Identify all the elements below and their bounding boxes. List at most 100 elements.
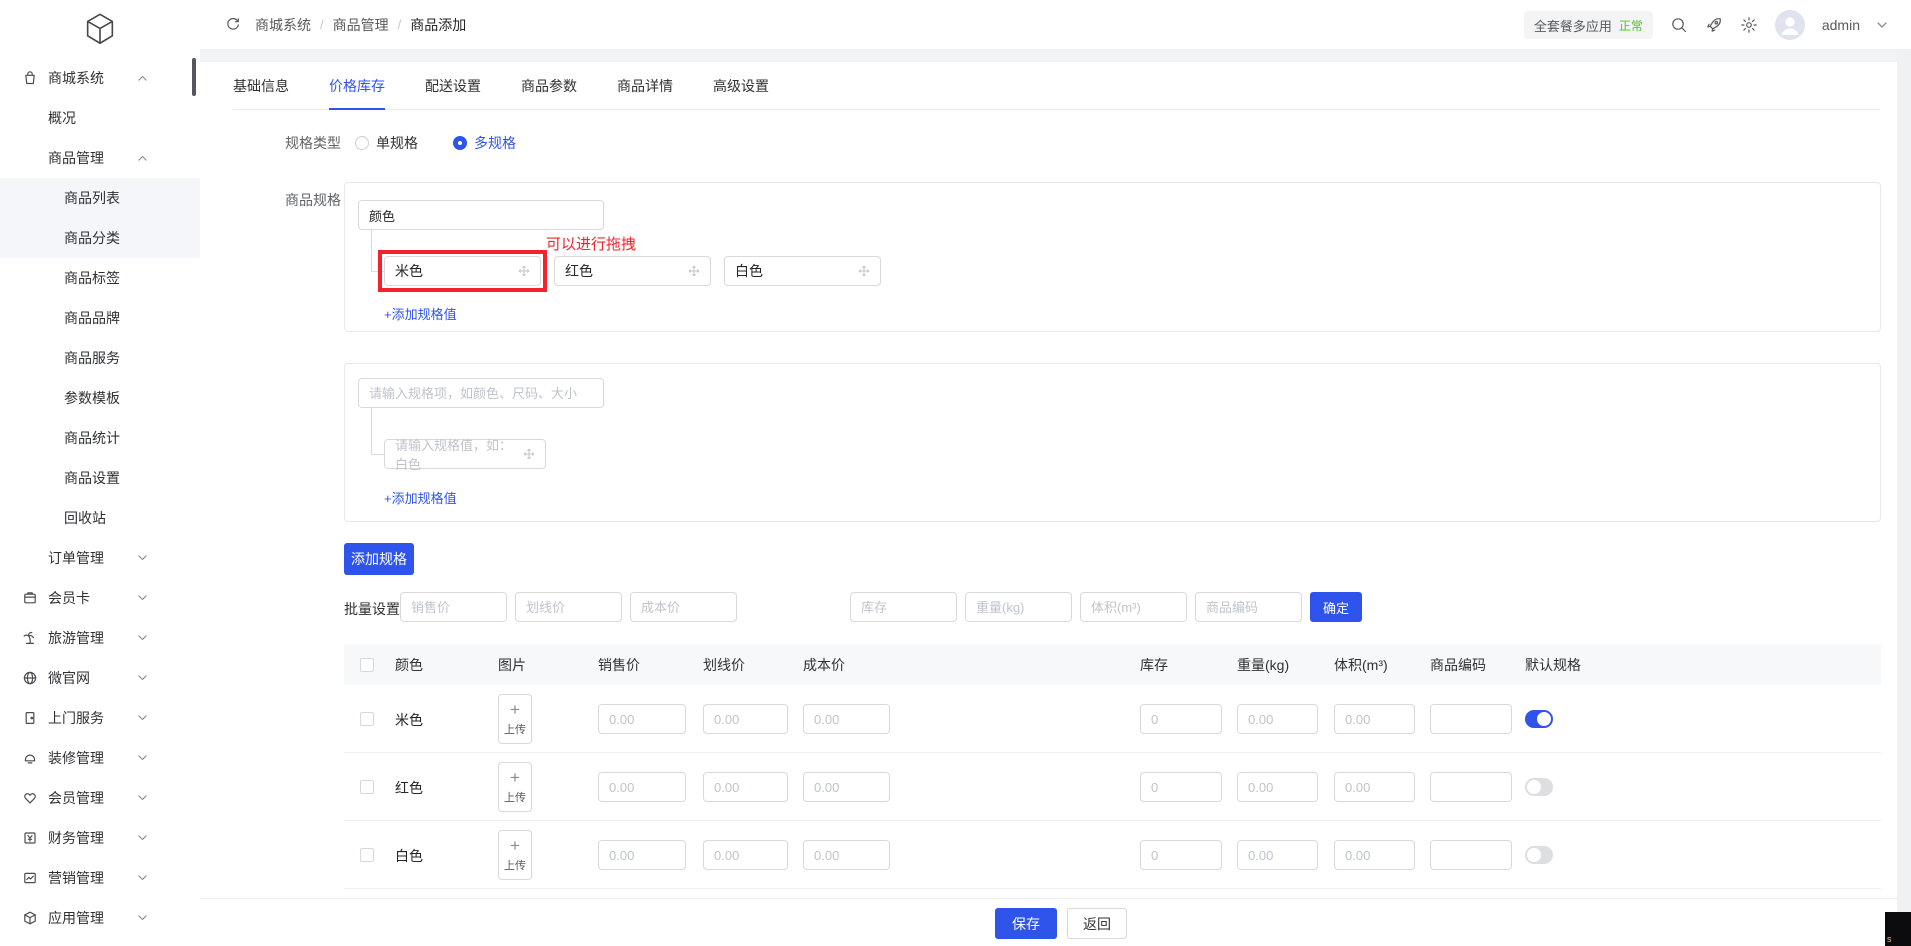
- cell-input-成本价[interactable]: [803, 704, 890, 734]
- breadcrumb-item[interactable]: 商城系统: [255, 15, 311, 35]
- tab-商品详情[interactable]: 商品详情: [617, 75, 673, 110]
- row-checkbox[interactable]: [360, 712, 374, 726]
- cell-input-商品编码[interactable]: [1430, 704, 1512, 734]
- default-spec-toggle[interactable]: [1525, 778, 1553, 796]
- cell-input-体积(m³)[interactable]: [1334, 704, 1415, 734]
- drag-handle-icon[interactable]: [688, 265, 700, 277]
- tab-配送设置[interactable]: 配送设置: [425, 75, 481, 110]
- cell-input-商品编码[interactable]: [1430, 840, 1512, 870]
- upload-image-button[interactable]: +上传: [498, 830, 532, 880]
- sidebar-item-旅游管理[interactable]: 旅游管理: [0, 618, 200, 658]
- add-spec-value-link[interactable]: +添加规格值: [384, 304, 457, 323]
- cell-input-库存[interactable]: [1140, 772, 1222, 802]
- row-checkbox[interactable]: [360, 848, 374, 862]
- annotation-text: 可以进行拖拽: [546, 233, 636, 254]
- cell-input-销售价[interactable]: [598, 704, 686, 734]
- tab-价格库存[interactable]: 价格库存: [329, 75, 385, 110]
- sidebar-item-商城系统[interactable]: 商城系统: [0, 58, 200, 98]
- sidebar-item-商品分类[interactable]: 商品分类: [0, 218, 200, 258]
- batch-input-重量(kg)[interactable]: [965, 592, 1072, 622]
- cell-input-销售价[interactable]: [598, 840, 686, 870]
- sidebar-item-微官网[interactable]: 微官网: [0, 658, 200, 698]
- main-scrollbar-track[interactable]: [1897, 50, 1911, 946]
- avatar[interactable]: [1775, 10, 1805, 40]
- sidebar-item-商品服务[interactable]: 商品服务: [0, 338, 200, 378]
- batch-input-划线价[interactable]: [515, 592, 622, 622]
- batch-input-商品编码[interactable]: [1195, 592, 1302, 622]
- upload-image-button[interactable]: +上传: [498, 762, 532, 812]
- add-spec-value-link[interactable]: +添加规格值: [384, 488, 457, 507]
- cell-input-体积(m³)[interactable]: [1334, 772, 1415, 802]
- spec-name-input[interactable]: [358, 200, 604, 230]
- sidebar-item-商品标签[interactable]: 商品标签: [0, 258, 200, 298]
- sidebar-item-商品设置[interactable]: 商品设置: [0, 458, 200, 498]
- cell-input-划线价[interactable]: [703, 840, 788, 870]
- gear-icon[interactable]: [1740, 16, 1758, 34]
- radio-multi-spec[interactable]: 多规格: [453, 133, 516, 153]
- cell-input-体积(m³)[interactable]: [1334, 840, 1415, 870]
- sidebar-item-参数模板[interactable]: 参数模板: [0, 378, 200, 418]
- cell-input-库存[interactable]: [1140, 840, 1222, 870]
- cell-input-商品编码[interactable]: [1430, 772, 1512, 802]
- sidebar-item-订单管理[interactable]: 订单管理: [0, 538, 200, 578]
- save-button[interactable]: 保存: [995, 908, 1057, 939]
- sidebar-scrollbar-thumb[interactable]: [192, 58, 196, 96]
- sidebar-item-商品品牌[interactable]: 商品品牌: [0, 298, 200, 338]
- spec-value-chip[interactable]: 白色: [724, 256, 881, 286]
- search-icon[interactable]: [1670, 16, 1688, 34]
- spec-value-chip[interactable]: 米色: [384, 256, 541, 286]
- sidebar-item-应用管理[interactable]: 应用管理: [0, 898, 200, 938]
- spec-value-chip[interactable]: 红色: [554, 256, 711, 286]
- cell-input-库存[interactable]: [1140, 704, 1222, 734]
- cell-input-划线价[interactable]: [703, 704, 788, 734]
- tab-高级设置[interactable]: 高级设置: [713, 75, 769, 110]
- back-button[interactable]: 返回: [1067, 908, 1127, 939]
- cell-input-重量(kg)[interactable]: [1237, 704, 1318, 734]
- sidebar-item-回收站[interactable]: 回收站: [0, 498, 200, 538]
- cell-input-销售价[interactable]: [598, 772, 686, 802]
- sidebar-item-装修管理[interactable]: 装修管理: [0, 738, 200, 778]
- tab-商品参数[interactable]: 商品参数: [521, 75, 577, 110]
- drag-handle-icon[interactable]: [858, 265, 870, 277]
- drag-handle-icon[interactable]: [523, 448, 535, 460]
- cell-input-划线价[interactable]: [703, 772, 788, 802]
- default-spec-toggle[interactable]: [1525, 846, 1553, 864]
- sidebar-item-会员卡[interactable]: 会员卡: [0, 578, 200, 618]
- breadcrumb-item[interactable]: 商品管理: [333, 15, 389, 35]
- sidebar-item-概况[interactable]: 概况: [0, 98, 200, 138]
- batch-input-销售价[interactable]: [400, 592, 507, 622]
- batch-input-库存[interactable]: [850, 592, 957, 622]
- spec-name-input[interactable]: [358, 378, 604, 408]
- cell-input-重量(kg)[interactable]: [1237, 772, 1318, 802]
- radio-label: 单规格: [376, 133, 418, 153]
- cell-input-成本价[interactable]: [803, 840, 890, 870]
- sidebar-item-商品列表[interactable]: 商品列表: [0, 178, 200, 218]
- tab-基础信息[interactable]: 基础信息: [233, 75, 289, 110]
- row-checkbox[interactable]: [360, 780, 374, 794]
- rocket-icon[interactable]: [1705, 16, 1723, 34]
- batch-input-体积(m³)[interactable]: [1080, 592, 1187, 622]
- select-all-checkbox[interactable]: [360, 658, 374, 672]
- cell-input-成本价[interactable]: [803, 772, 890, 802]
- batch-confirm-button[interactable]: 确定: [1310, 592, 1362, 622]
- drag-handle-icon[interactable]: [518, 265, 530, 277]
- spec-value-input[interactable]: 请输入规格值，如：白色: [384, 439, 546, 469]
- sidebar-item-会员管理[interactable]: 会员管理: [0, 778, 200, 818]
- cell-input-重量(kg)[interactable]: [1237, 840, 1318, 870]
- add-spec-button[interactable]: 添加规格: [344, 543, 414, 575]
- sidebar-item-商品管理[interactable]: 商品管理: [0, 138, 200, 178]
- default-spec-toggle[interactable]: [1525, 710, 1553, 728]
- app-logo-cube-icon[interactable]: [0, 6, 200, 52]
- radio-single-spec[interactable]: 单规格: [355, 133, 418, 153]
- chevron-down-icon[interactable]: [1877, 22, 1887, 28]
- sidebar-item-营销管理[interactable]: 营销管理: [0, 858, 200, 898]
- spec-value-text: 红色: [565, 261, 688, 281]
- sidebar-item-财务管理[interactable]: 财务管理: [0, 818, 200, 858]
- sidebar-item-label: 参数模板: [64, 388, 120, 408]
- username[interactable]: admin: [1822, 17, 1860, 33]
- sidebar-item-商品统计[interactable]: 商品统计: [0, 418, 200, 458]
- refresh-icon[interactable]: [225, 17, 241, 33]
- sidebar-item-上门服务[interactable]: 上门服务: [0, 698, 200, 738]
- upload-image-button[interactable]: +上传: [498, 694, 532, 744]
- batch-input-成本价[interactable]: [630, 592, 737, 622]
